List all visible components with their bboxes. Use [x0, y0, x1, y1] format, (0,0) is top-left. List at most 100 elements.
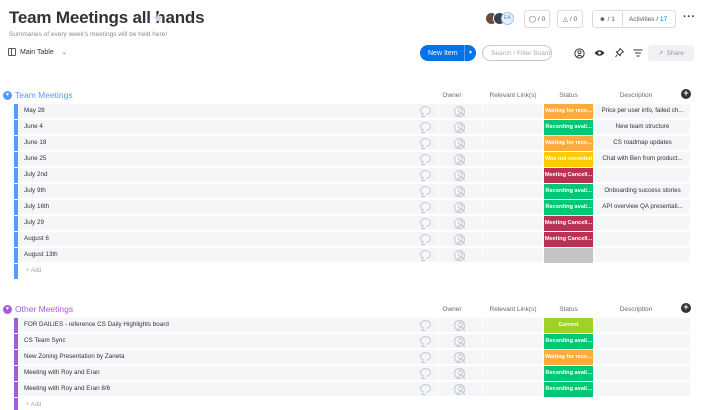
item-name[interactable]: June 4	[24, 123, 43, 130]
description-cell[interactable]: CS roadmap updates	[595, 139, 690, 146]
view-selector[interactable]: Main Table ⌄	[8, 48, 67, 56]
add-item-row[interactable]: + Add	[14, 398, 690, 410]
item-name[interactable]: July 16th	[24, 203, 49, 210]
table-row[interactable]: June 25 Was not recorded Chat with Ben fro…	[14, 152, 690, 167]
add-update-icon[interactable]	[420, 368, 431, 377]
item-name[interactable]: Meeting with Roy and Eran	[24, 369, 100, 376]
description-cell[interactable]: New team structure	[595, 123, 690, 130]
owner-avatar-icon[interactable]	[454, 250, 465, 261]
chevron-down-icon[interactable]: ▼	[3, 305, 12, 314]
column-header-links[interactable]: Relevant Link(s)	[483, 92, 543, 99]
status-label[interactable]: Recording avail...	[544, 366, 593, 381]
likes-button[interactable]: △ / 0	[557, 10, 583, 28]
owner-avatar-icon[interactable]	[454, 138, 465, 149]
add-update-icon[interactable]	[420, 250, 431, 259]
owner-avatar-icon[interactable]	[454, 122, 465, 133]
star-icon[interactable]: ★	[152, 10, 165, 27]
more-options-icon[interactable]: ···	[683, 11, 696, 23]
owner-avatar-icon[interactable]	[454, 368, 465, 379]
chevron-down-icon[interactable]: ▼	[3, 91, 12, 100]
status-label[interactable]: Meeting Cancell...	[544, 168, 593, 183]
status-label[interactable]: Meeting Cancell...	[544, 216, 593, 231]
add-update-icon[interactable]	[420, 154, 431, 163]
column-header-status[interactable]: Status	[544, 306, 593, 313]
owner-avatar-icon[interactable]	[454, 234, 465, 245]
status-label[interactable]: Was not recorded	[544, 152, 593, 167]
item-name[interactable]: August 6	[24, 235, 49, 242]
owner-avatar-icon[interactable]	[454, 218, 465, 229]
status-label[interactable]: Recording avail...	[544, 120, 593, 135]
table-row[interactable]: Meeting with Roy and Eran Recording avail…	[14, 366, 690, 381]
table-row[interactable]: August 6 Meeting Cancell...	[14, 232, 690, 247]
person-filter-icon[interactable]	[572, 46, 586, 60]
add-update-icon[interactable]	[420, 384, 431, 393]
item-name[interactable]: July 9th	[24, 187, 46, 194]
share-button[interactable]: ➚ Share	[648, 45, 694, 61]
pin-icon[interactable]	[612, 46, 626, 60]
item-name[interactable]: CS Team Sync	[24, 337, 66, 344]
board-description[interactable]: Summaries of every week's meetings will …	[9, 31, 167, 38]
group-title[interactable]: Other Meetings	[15, 304, 73, 314]
table-row[interactable]: July 2nd Meeting Cancell...	[14, 168, 690, 183]
owner-avatar-icon[interactable]	[454, 154, 465, 165]
owner-avatar-icon[interactable]	[454, 186, 465, 197]
add-update-icon[interactable]	[420, 138, 431, 147]
group-title[interactable]: Team Meetings	[15, 90, 73, 100]
add-update-icon[interactable]	[420, 234, 431, 243]
search-input[interactable]: Search / Filter Board	[482, 45, 552, 61]
item-name[interactable]: July 29	[24, 219, 44, 226]
board-subscribers[interactable]: EA	[485, 12, 519, 26]
status-label[interactable]: Recording avail...	[544, 184, 593, 199]
add-update-icon[interactable]	[420, 170, 431, 179]
add-update-icon[interactable]	[420, 218, 431, 227]
add-update-icon[interactable]	[420, 202, 431, 211]
item-name[interactable]: FOR DAILIES - reference CS Daily Highlig…	[24, 321, 169, 328]
item-name[interactable]: June 25	[24, 155, 46, 162]
column-header-description[interactable]: Description	[596, 92, 676, 99]
item-name[interactable]: August 13th	[24, 251, 58, 258]
table-row[interactable]: June 18 Waiting for reco... CS roadmap upd…	[14, 136, 690, 151]
updates-button[interactable]: ◯ / 0	[524, 10, 550, 28]
item-name[interactable]: May 28	[24, 107, 45, 114]
status-label[interactable]: Meeting Cancell...	[544, 232, 593, 247]
table-row[interactable]: August 13th	[14, 248, 690, 263]
table-row[interactable]: July 29 Meeting Cancell...	[14, 216, 690, 231]
add-update-icon[interactable]	[420, 186, 431, 195]
item-name[interactable]: June 18	[24, 139, 46, 146]
members-button[interactable]: ☻ / 1	[599, 16, 615, 23]
column-header-status[interactable]: Status	[544, 92, 593, 99]
add-column-icon[interactable]: +	[681, 303, 691, 313]
board-title[interactable]: Team Meetings all hands	[9, 8, 205, 28]
column-header-description[interactable]: Description	[596, 306, 676, 313]
table-row[interactable]: CS Team Sync Recording avail...	[14, 334, 690, 349]
column-header-owner[interactable]: Owner	[432, 92, 472, 99]
chevron-down-icon[interactable]: ▼	[464, 45, 476, 61]
add-update-icon[interactable]	[420, 352, 431, 361]
description-cell[interactable]: Onboarding success stories	[595, 187, 690, 194]
description-cell[interactable]: Chat with Ben from product...	[595, 155, 690, 162]
eye-icon[interactable]	[592, 46, 606, 60]
table-row[interactable]: July 9th Recording avail... Onboarding suc…	[14, 184, 690, 199]
status-label[interactable]: Recording avail...	[544, 382, 593, 397]
status-label[interactable]: Current	[544, 318, 593, 333]
table-row[interactable]: Meeting with Roy and Eran 8/6 Recording a…	[14, 382, 690, 397]
status-label[interactable]	[544, 248, 593, 263]
status-label[interactable]: Waiting for reco...	[544, 104, 593, 119]
table-row[interactable]: July 16th Recording avail... API overview …	[14, 200, 690, 215]
add-update-icon[interactable]	[420, 320, 431, 329]
owner-avatar-icon[interactable]	[454, 170, 465, 181]
table-row[interactable]: FOR DAILIES - reference CS Daily Highlig…	[14, 318, 690, 333]
add-update-icon[interactable]	[420, 106, 431, 115]
status-label[interactable]: Recording avail...	[544, 200, 593, 215]
add-update-icon[interactable]	[420, 122, 431, 131]
item-name[interactable]: New Zoning Presentation by Zaneta	[24, 353, 124, 360]
status-label[interactable]: Waiting for reco...	[544, 136, 593, 151]
column-header-links[interactable]: Relevant Link(s)	[483, 306, 543, 313]
description-cell[interactable]: Price per user info, failed ch...	[595, 107, 690, 114]
owner-avatar-icon[interactable]	[454, 336, 465, 347]
item-name[interactable]: July 2nd	[24, 171, 47, 178]
column-header-owner[interactable]: Owner	[432, 306, 472, 313]
table-row[interactable]: June 4 Recording avail... New team structu…	[14, 120, 690, 135]
status-label[interactable]: Recording avail...	[544, 334, 593, 349]
owner-avatar-icon[interactable]	[454, 106, 465, 117]
